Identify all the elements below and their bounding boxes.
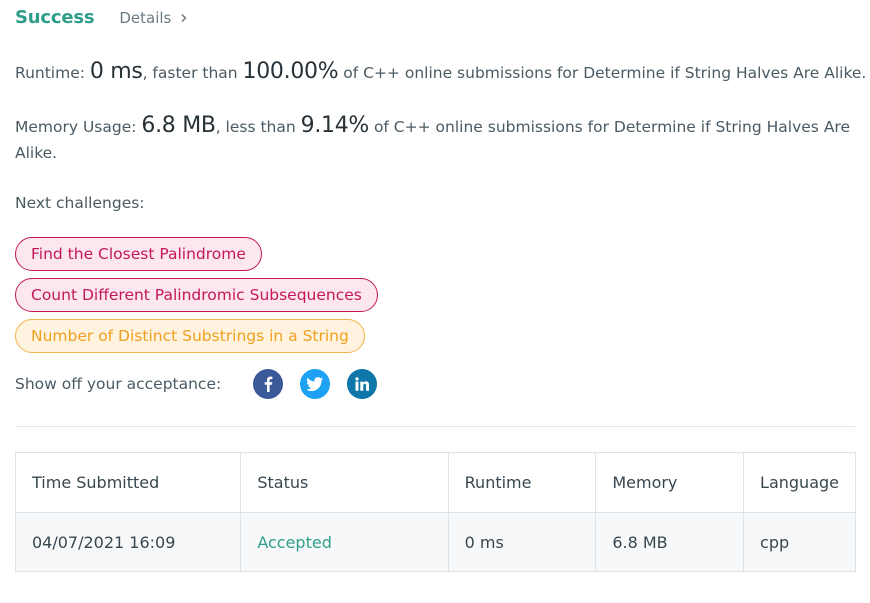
challenge-pill-count-palindromic-subsequences[interactable]: Count Different Palindromic Subsequences xyxy=(15,278,378,312)
runtime-compare-text: , faster than xyxy=(142,64,243,82)
memory-summary: Memory Usage: 6.8 MB, less than 9.14% of… xyxy=(15,113,860,166)
column-header-time-submitted: Time Submitted xyxy=(14,452,242,513)
memory-value: 6.8 MB xyxy=(141,113,216,138)
runtime-percent: 100.00% xyxy=(242,59,339,84)
share-label: Show off your acceptance: xyxy=(15,375,222,393)
column-header-memory: Memory xyxy=(595,452,745,513)
submission-result-panel: Success Details Runtime: 0 ms, faster th… xyxy=(0,0,870,603)
runtime-value: 0 ms xyxy=(89,59,143,84)
runtime-suffix: of C++ online submissions for Determine … xyxy=(338,64,867,82)
cell-status-link[interactable]: Accepted xyxy=(240,512,449,572)
section-divider xyxy=(15,426,855,427)
column-header-runtime: Runtime xyxy=(447,452,597,513)
cell-time-submitted: 04/07/2021 16:09 xyxy=(14,512,242,572)
details-link[interactable]: Details xyxy=(119,9,189,27)
result-status-title: Success xyxy=(15,7,95,28)
next-challenges-label: Next challenges: xyxy=(15,194,145,212)
facebook-icon[interactable] xyxy=(253,369,284,399)
memory-compare-text: , less than xyxy=(215,118,301,136)
column-header-status: Status xyxy=(240,452,449,513)
result-header: Success Details xyxy=(15,7,189,28)
runtime-summary: Runtime: 0 ms, faster than 100.00% of C+… xyxy=(15,59,866,86)
details-link-label: Details xyxy=(119,9,172,27)
column-header-language: Language xyxy=(743,452,856,513)
cell-language: cpp xyxy=(743,512,856,572)
challenge-pill-find-closest-palindrome[interactable]: Find the Closest Palindrome xyxy=(15,237,262,271)
linkedin-icon[interactable] xyxy=(347,369,378,399)
memory-percent: 9.14% xyxy=(300,113,370,138)
cell-runtime: 0 ms xyxy=(447,512,597,572)
memory-label: Memory Usage: xyxy=(15,118,142,136)
share-row: Show off your acceptance: xyxy=(15,369,394,399)
cell-memory: 6.8 MB xyxy=(595,512,745,572)
table-row: 04/07/2021 16:09 Accepted 0 ms 6.8 MB cp… xyxy=(14,512,856,572)
runtime-label: Runtime: xyxy=(15,64,90,82)
submissions-table: Time Submitted Status Runtime Memory Lan… xyxy=(14,452,856,572)
twitter-icon[interactable] xyxy=(300,369,331,399)
chevron-right-icon xyxy=(179,13,189,23)
table-header-row: Time Submitted Status Runtime Memory Lan… xyxy=(14,452,856,513)
challenge-pill-distinct-substrings[interactable]: Number of Distinct Substrings in a Strin… xyxy=(15,319,365,353)
